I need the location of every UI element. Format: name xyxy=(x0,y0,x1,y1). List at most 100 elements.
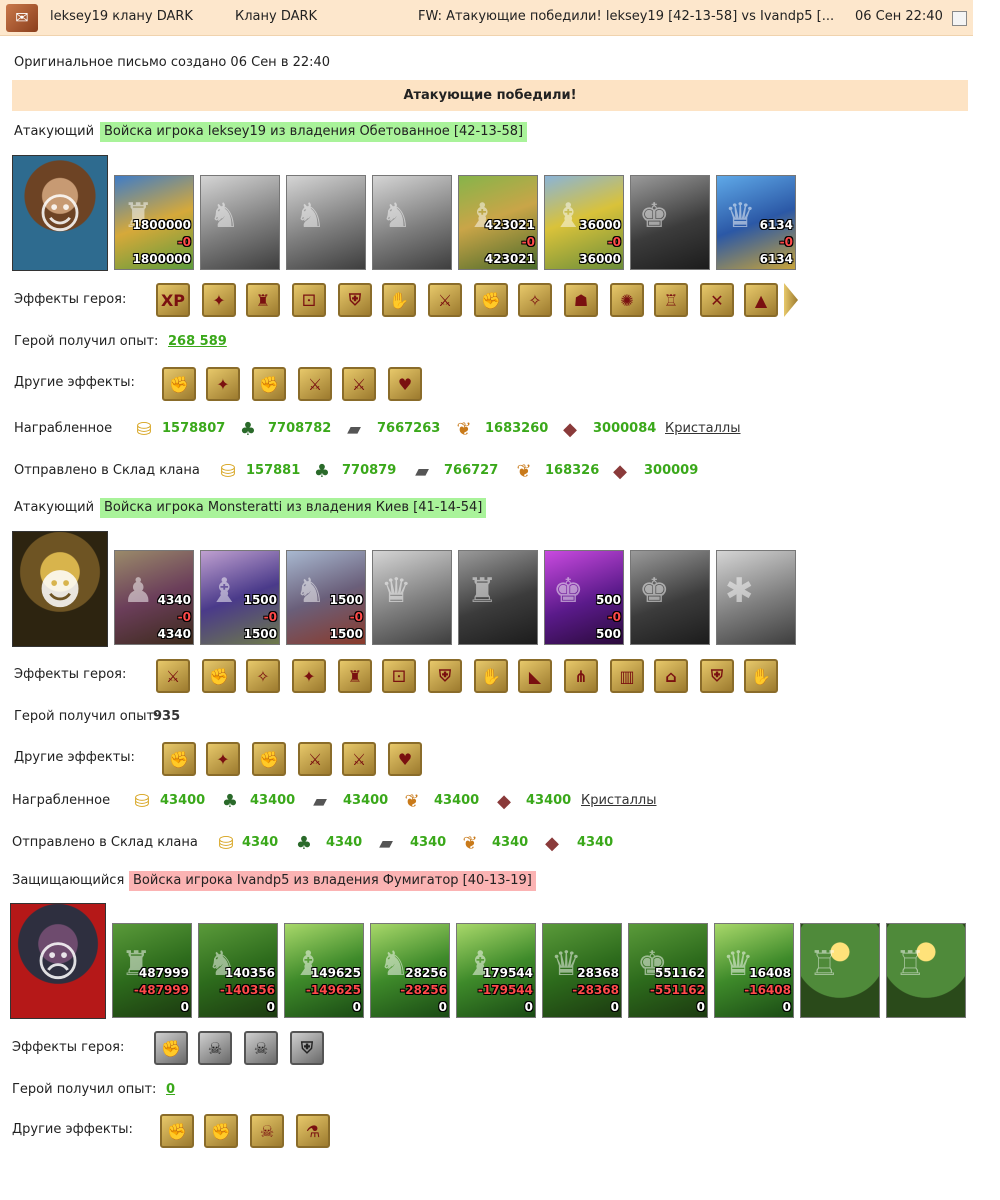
fist-icon[interactable]: ✊ xyxy=(162,742,196,776)
wood-icon: ♣ xyxy=(313,460,331,482)
looted-grain: 1683260 xyxy=(485,421,549,436)
shield-icon[interactable]: ⛨ xyxy=(290,1031,324,1065)
unit-slot[interactable]: ♜ 487999 -487999 0 xyxy=(112,923,192,1018)
heart-icon[interactable]: ♥ xyxy=(388,367,422,401)
unit-slot[interactable]: ♞ 28256 -28256 0 xyxy=(370,923,450,1018)
other-effects-label: Другие эффекты: xyxy=(14,375,135,390)
unit-slot[interactable]: ♝ 149625 -149625 0 xyxy=(284,923,364,1018)
looted-grain: 43400 xyxy=(434,793,480,808)
ore-icon: ▰ xyxy=(379,832,393,854)
fist-icon[interactable]: ✊ xyxy=(204,1114,238,1148)
skeleton-icon[interactable]: ☠ xyxy=(198,1031,232,1065)
unit-slot[interactable]: ♛ 16408 -16408 0 xyxy=(714,923,794,1018)
crystal-icon: ◆ xyxy=(497,790,511,812)
heart-icon[interactable]: ♥ xyxy=(388,742,422,776)
unit-slot[interactable]: ♝ 36000 -0 36000 xyxy=(544,175,624,270)
crystal-icon: ◆ xyxy=(563,418,577,440)
hand-sword-icon[interactable]: ✊ xyxy=(474,283,508,317)
header-from: leksey19 клану DARK xyxy=(50,9,193,24)
more-effects-arrow-icon[interactable] xyxy=(784,283,798,317)
fist-dice-icon[interactable]: ⚀ xyxy=(292,283,326,317)
unit-slot[interactable]: ♞ xyxy=(286,175,366,270)
hood-icon[interactable]: ☗ xyxy=(564,283,598,317)
wood-icon: ♣ xyxy=(295,832,313,854)
unit-slot[interactable]: ♝ 1500 -0 1500 xyxy=(200,550,280,645)
handshake-icon[interactable]: ✋ xyxy=(744,659,778,693)
boot-icon[interactable]: ◣ xyxy=(518,659,552,693)
broken-sword-icon[interactable]: ✕ xyxy=(700,283,734,317)
sword-icon[interactable]: ⚔ xyxy=(428,283,462,317)
select-checkbox[interactable] xyxy=(952,11,967,26)
header-subject[interactable]: FW: Атакующие победили! leksey19 [42-13-… xyxy=(418,9,842,24)
hero-portrait[interactable]: ☺ xyxy=(12,155,108,271)
sword-icon[interactable]: ⚔ xyxy=(342,367,376,401)
sent-grain: 4340 xyxy=(492,835,529,850)
unit-slot[interactable]: ♞ 1500 -0 1500 xyxy=(286,550,366,645)
unit-slot[interactable]: ♖ xyxy=(800,923,880,1018)
unit-slot[interactable]: ♖ xyxy=(886,923,966,1018)
barracks-icon[interactable]: ⌂ xyxy=(654,659,688,693)
green-shield-icon[interactable]: ⛨ xyxy=(700,659,734,693)
fist-icon[interactable]: ✊ xyxy=(160,1114,194,1148)
wood-icon: ♣ xyxy=(221,790,239,812)
unit-slot[interactable]: ♛ 6134 -0 6134 xyxy=(716,175,796,270)
sent-ore: 766727 xyxy=(444,463,499,478)
unit-slot[interactable]: ♛ xyxy=(372,550,452,645)
skeleton-icon[interactable]: ☠ xyxy=(250,1114,284,1148)
armor-icon[interactable]: ♖ xyxy=(654,283,688,317)
unit-slot[interactable]: ♞ 140356 -140356 0 xyxy=(198,923,278,1018)
shield-icon[interactable]: ⛨ xyxy=(338,283,372,317)
crystals-link[interactable]: Кристаллы xyxy=(581,793,657,808)
xp-icon[interactable]: XP xyxy=(156,283,190,317)
banner-icon[interactable]: ▥ xyxy=(610,659,644,693)
unit-slot[interactable]: ♞ xyxy=(200,175,280,270)
sword-icon[interactable]: ⚔ xyxy=(156,659,190,693)
hero-portrait[interactable]: ☻ xyxy=(12,531,108,647)
hand-shield-icon[interactable]: ✋ xyxy=(382,283,416,317)
scroll-icon[interactable]: ✦ xyxy=(292,659,326,693)
unit-slot[interactable]: ♚ 500 -0 500 xyxy=(544,550,624,645)
sent-crystal: 4340 xyxy=(577,835,614,850)
skeleton-warrior-icon[interactable]: ☠ xyxy=(244,1031,278,1065)
sword-icon[interactable]: ⚔ xyxy=(298,367,332,401)
magic-hand-icon[interactable]: ✧ xyxy=(518,283,552,317)
unit-slot[interactable]: ♚ xyxy=(630,550,710,645)
fist-icon[interactable]: ✊ xyxy=(154,1031,188,1065)
web-icon[interactable]: ✺ xyxy=(610,283,644,317)
claw-icon[interactable]: ⋔ xyxy=(564,659,598,693)
unit-slot[interactable]: ♞ xyxy=(372,175,452,270)
unit-slot[interactable]: ✱ xyxy=(716,550,796,645)
scroll-icon[interactable]: ✦ xyxy=(206,367,240,401)
xp-scroll-icon[interactable]: ✦ xyxy=(202,283,236,317)
fist-dice-icon[interactable]: ⚀ xyxy=(382,659,416,693)
magic-hand-icon[interactable]: ✧ xyxy=(246,659,280,693)
sword-icon[interactable]: ⚔ xyxy=(342,742,376,776)
potion-icon[interactable]: ⚗ xyxy=(296,1114,330,1148)
shield-icon[interactable]: ⛨ xyxy=(428,659,462,693)
hand-sword-icon[interactable]: ✊ xyxy=(202,659,236,693)
sword-icon[interactable]: ⚔ xyxy=(298,742,332,776)
unit-slot[interactable]: ♜ xyxy=(458,550,538,645)
castle-icon[interactable]: ♜ xyxy=(246,283,280,317)
tent-icon[interactable]: ▲ xyxy=(744,283,778,317)
fist-icon[interactable]: ✊ xyxy=(252,742,286,776)
hero-portrait[interactable]: ☹ xyxy=(10,903,106,1019)
unit-slot[interactable]: ♚ 551162 -551162 0 xyxy=(628,923,708,1018)
hero-effects-label: Эффекты героя: xyxy=(14,292,127,307)
unit-slot[interactable]: ♚ xyxy=(630,175,710,270)
hero-exp-value[interactable]: 268 589 xyxy=(168,334,227,349)
unit-slot[interactable]: ♛ 28368 -28368 0 xyxy=(542,923,622,1018)
fist-icon[interactable]: ✊ xyxy=(252,367,286,401)
unit-slot[interactable]: ♟ 4340 -0 4340 xyxy=(114,550,194,645)
fist-icon[interactable]: ✊ xyxy=(162,367,196,401)
crystals-link[interactable]: Кристаллы xyxy=(665,421,741,436)
unit-slot[interactable]: ♜ 1800000 -0 1800000 xyxy=(114,175,194,270)
message-header[interactable]: ✉ leksey19 клану DARK Клану DARK FW: Ата… xyxy=(0,0,973,36)
unit-slot[interactable]: ♝ 179544 -179544 0 xyxy=(456,923,536,1018)
scroll-icon[interactable]: ✦ xyxy=(206,742,240,776)
hand-shield-icon[interactable]: ✋ xyxy=(474,659,508,693)
hero-exp-value[interactable]: 0 xyxy=(166,1082,175,1097)
castle-icon[interactable]: ♜ xyxy=(338,659,372,693)
gold-icon: ⛁ xyxy=(220,460,236,482)
unit-slot[interactable]: ♝ 423021 -0 423021 xyxy=(458,175,538,270)
